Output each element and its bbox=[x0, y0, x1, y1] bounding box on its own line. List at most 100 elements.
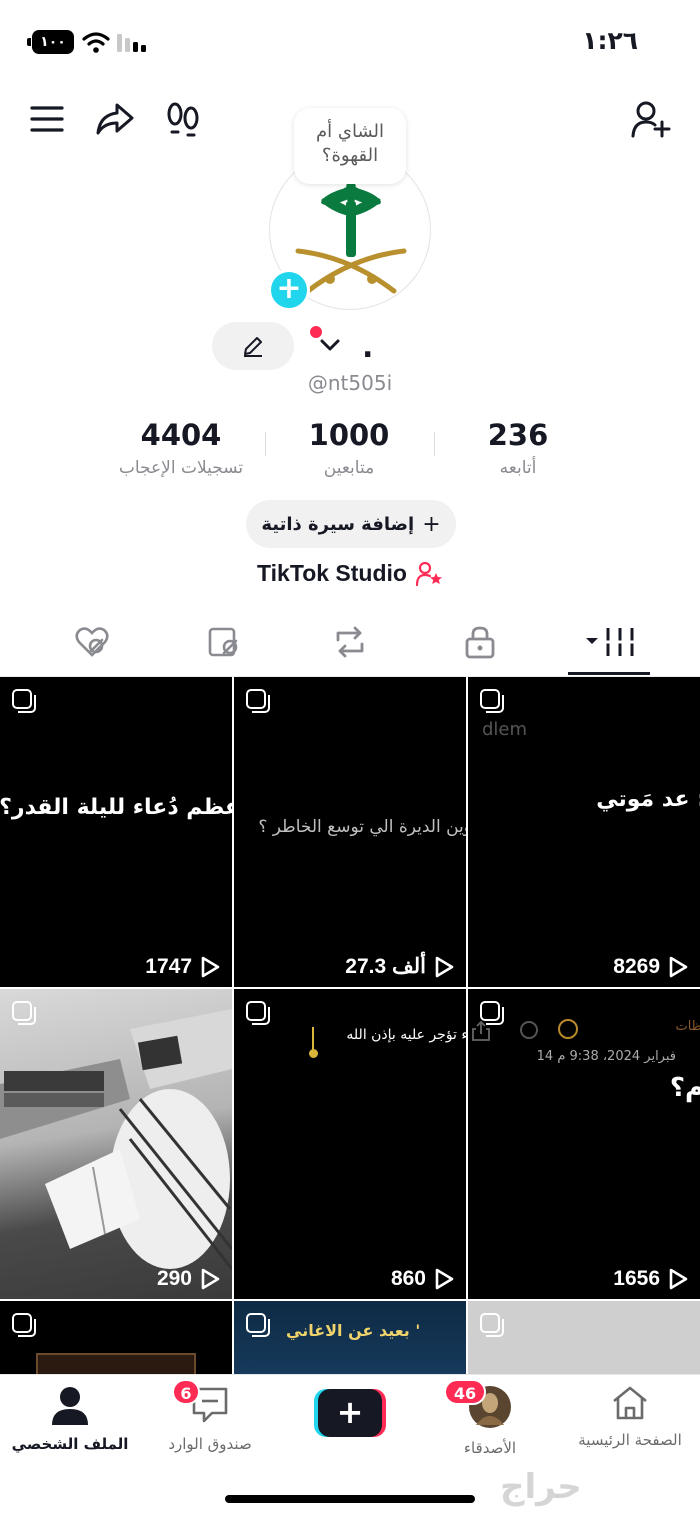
video-caption: بعيد عن الاغاني ' bbox=[286, 1321, 421, 1340]
video-thumbnail-frame bbox=[36, 1353, 196, 1375]
friends-badge: 46 bbox=[444, 1379, 486, 1405]
video-tile[interactable]: بعيد عن الاغاني ' bbox=[234, 1301, 466, 1375]
notification-dot bbox=[310, 326, 322, 338]
add-friend-icon[interactable] bbox=[628, 96, 674, 142]
share-icon[interactable] bbox=[92, 96, 138, 142]
pinned-icon bbox=[12, 1001, 36, 1025]
add-bio-label: إضافة سيرة ذاتية bbox=[261, 513, 415, 535]
video-tile[interactable]: ظات 14 فبراير 2024، 9:38 م م؟ 1656 bbox=[468, 989, 700, 1299]
bookmark-hidden-icon bbox=[208, 627, 238, 657]
video-overlay-text: dlem bbox=[482, 719, 528, 740]
video-tile[interactable]: 290 bbox=[0, 989, 232, 1299]
pinned-icon bbox=[246, 1001, 270, 1025]
reading-scene-image bbox=[0, 1009, 232, 1270]
username-handle: @nt505i bbox=[307, 371, 393, 395]
likes-stat[interactable]: 4404 تسجيلات الإعجاب bbox=[96, 418, 266, 478]
likes-count: 4404 bbox=[140, 418, 222, 452]
nav-profile-label: الملف الشخصي bbox=[11, 1435, 129, 1453]
view-count-value: 1656 bbox=[613, 1267, 660, 1290]
pinned-icon bbox=[246, 1313, 270, 1337]
play-icon bbox=[669, 956, 688, 978]
followers-stat[interactable]: 1000 متابعين bbox=[264, 418, 434, 478]
following-stat[interactable]: 236 أتابعه bbox=[433, 418, 603, 478]
video-caption: عظم دُعاء لليلة القدر؟ bbox=[0, 795, 232, 820]
pinned-icon bbox=[480, 689, 504, 713]
watermark-text: حراج bbox=[500, 1467, 582, 1507]
active-tab-indicator bbox=[568, 672, 650, 675]
nav-home-label: الصفحة الرئيسية bbox=[578, 1431, 682, 1449]
home-indicator[interactable] bbox=[225, 1495, 475, 1503]
nav-friends[interactable]: الأصدقاء 46 bbox=[420, 1379, 560, 1457]
video-tile[interactable] bbox=[0, 1301, 232, 1375]
redo-icon bbox=[558, 1019, 578, 1039]
followers-count: 1000 bbox=[308, 418, 390, 452]
status-bar: ١٠٠ ١:٢٦ bbox=[0, 0, 700, 84]
nav-inbox[interactable]: صندوق الوارد 6 bbox=[140, 1379, 280, 1453]
video-tile[interactable] bbox=[468, 1301, 700, 1375]
tab-favorites[interactable] bbox=[194, 620, 254, 664]
bottom-navigation: الصفحة الرئيسية الأصدقاء 46 + صندوق الوا… bbox=[0, 1374, 700, 1515]
home-icon bbox=[613, 1386, 647, 1420]
chevron-down-icon[interactable] bbox=[320, 338, 340, 352]
video-caption: ء تؤجر عليه بإذن الله bbox=[346, 1027, 466, 1043]
studio-label: TikTok Studio bbox=[257, 560, 407, 586]
tab-reposts[interactable] bbox=[320, 620, 380, 664]
play-icon bbox=[669, 1268, 688, 1290]
view-count: 8269 bbox=[613, 955, 688, 979]
nav-profile[interactable]: الملف الشخصي bbox=[0, 1385, 140, 1453]
pinned-icon bbox=[12, 689, 36, 713]
cursor-line bbox=[312, 1027, 314, 1051]
play-icon bbox=[201, 1268, 220, 1290]
tab-videos[interactable] bbox=[580, 620, 640, 664]
undo-icon bbox=[520, 1021, 538, 1039]
video-caption: م؟ bbox=[669, 1073, 700, 1103]
pinned-icon bbox=[12, 1313, 36, 1337]
grid-videos-icon bbox=[586, 628, 634, 656]
video-caption: وين الديرة الي توسع الخاطر ؟ bbox=[258, 817, 466, 837]
tab-liked[interactable] bbox=[62, 620, 122, 664]
pencil-icon bbox=[244, 337, 262, 357]
note-timestamp: 14 فبراير 2024، 9:38 م bbox=[536, 1049, 676, 1064]
view-count-value: 1747 bbox=[145, 955, 192, 978]
video-tile[interactable]: وين الديرة الي توسع الخاطر ؟ 27.3 ألف bbox=[234, 677, 466, 987]
view-count-value: 860 bbox=[390, 1267, 426, 1290]
video-tile[interactable]: ء تؤجر عليه بإذن الله 860 bbox=[234, 989, 466, 1299]
tiktok-studio-link[interactable]: TikTok Studio bbox=[0, 560, 700, 587]
inbox-badge: 6 bbox=[172, 1379, 200, 1405]
play-icon bbox=[201, 956, 220, 978]
display-name: . bbox=[362, 330, 374, 365]
view-count-value: 8269 bbox=[613, 955, 660, 978]
view-count: 290 bbox=[157, 1267, 220, 1291]
video-tile[interactable]: عظم دُعاء لليلة القدر؟ 1747 bbox=[0, 677, 232, 987]
lock-icon bbox=[465, 626, 495, 659]
share-small-icon bbox=[472, 1021, 490, 1041]
battery-indicator: ١٠٠ bbox=[27, 30, 74, 54]
likes-label: تسجيلات الإعجاب bbox=[118, 458, 244, 478]
pinned-icon bbox=[480, 1001, 504, 1025]
view-count-value: 290 bbox=[156, 1267, 192, 1290]
view-count: 1656 bbox=[613, 1267, 688, 1291]
wifi-icon bbox=[82, 32, 110, 53]
pinned-icon bbox=[480, 1313, 504, 1337]
tab-private[interactable] bbox=[450, 620, 510, 664]
nav-home[interactable]: الصفحة الرئيسية bbox=[560, 1385, 700, 1449]
view-count: 860 bbox=[391, 1267, 454, 1291]
profile-icon bbox=[52, 1387, 88, 1425]
add-story-button[interactable]: + bbox=[268, 269, 310, 311]
heart-hidden-icon bbox=[75, 627, 109, 657]
signal-icon bbox=[117, 34, 146, 52]
play-icon bbox=[435, 1268, 454, 1290]
footprints-icon[interactable] bbox=[160, 96, 206, 142]
note-bubble[interactable]: الشاي أم القهوة؟ bbox=[294, 108, 406, 184]
followers-label: متابعين bbox=[323, 458, 375, 478]
add-bio-button[interactable]: إضافة سيرة ذاتية + bbox=[246, 500, 456, 548]
video-tile[interactable]: dlem عد مَوتي : 8269 bbox=[468, 677, 700, 987]
edit-profile-button[interactable] bbox=[212, 322, 294, 370]
following-count: 236 bbox=[487, 418, 549, 452]
menu-icon[interactable] bbox=[24, 96, 70, 142]
nav-inbox-label: صندوق الوارد bbox=[168, 1435, 252, 1453]
plus-icon: + bbox=[422, 511, 441, 537]
creator-star-icon bbox=[415, 561, 442, 586]
cursor-dot bbox=[309, 1049, 318, 1058]
create-button[interactable]: + bbox=[314, 1389, 386, 1437]
